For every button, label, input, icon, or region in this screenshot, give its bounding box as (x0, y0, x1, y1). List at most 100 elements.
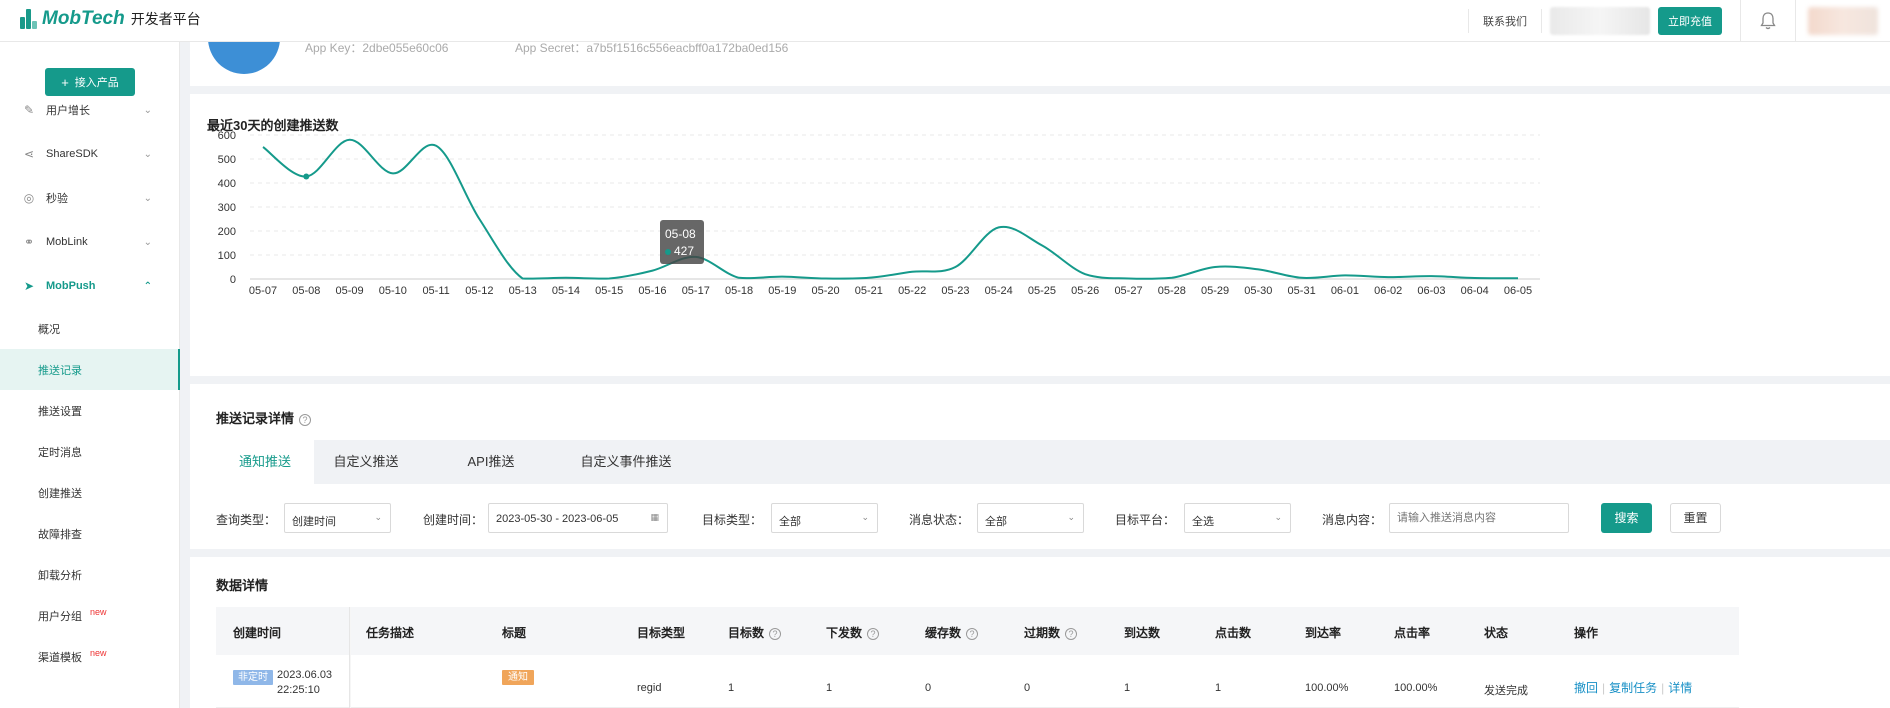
cell-click-count: 1 (1215, 682, 1222, 694)
table-header: 创建时间 任务描述 标题 目标类型 目标数? 下发数? 缓存数? 过期数? 到达… (216, 607, 1739, 655)
x-tick-label: 05-30 (1244, 285, 1272, 297)
sidebar-subitem-push-settings[interactable]: 推送设置 (0, 390, 180, 431)
sidebar-item-moblink[interactable]: ⚭ MobLink ⌄ (0, 220, 180, 264)
sidebar-subitem-create-push[interactable]: 创建推送 (0, 472, 180, 513)
user-avatar[interactable] (1808, 7, 1878, 35)
cell-arrive-rate: 100.00% (1305, 682, 1349, 694)
sidebar-subitem-label: 创建推送 (38, 487, 82, 500)
sidebar-subitem-user-groups[interactable]: 用户分组 new (0, 595, 180, 636)
help-icon[interactable]: ? (1065, 627, 1078, 640)
platform-select[interactable]: 全选 ⌄ (1184, 503, 1291, 533)
chart-tooltip: 05-08 427 (660, 220, 704, 264)
sidebar-subitem-scheduled[interactable]: 定时消息 (0, 431, 180, 472)
content-search-input[interactable] (1389, 503, 1569, 533)
msg-status-label: 消息状态： (909, 513, 970, 527)
sidebar-item-verify[interactable]: ◎ 秒验 ⌄ (0, 176, 180, 220)
title-badge: 通知 (502, 670, 534, 685)
target-type-select[interactable]: 全部 ⌄ (771, 503, 878, 533)
logo[interactable]: MobTech 开发者平台 (20, 8, 201, 30)
sidebar-item-mobpush[interactable]: ➤ MobPush ⌃ (0, 264, 180, 308)
x-tick-label: 05-07 (249, 285, 277, 297)
sidebar-subitem-overview[interactable]: 概况 (0, 308, 180, 349)
app-key: App Key：2dbe055e60c06 (305, 42, 449, 55)
copy-task-link[interactable]: 复制任务 (1609, 681, 1657, 695)
sidebar-item-sharesdk[interactable]: ⋖ ShareSDK ⌄ (0, 132, 180, 176)
push-count-chart[interactable]: 0 100 200 300 400 500 600 05-07 05-08 05-09 05-10 0… (190, 94, 1890, 376)
target-type-label: 目标类型： (702, 513, 763, 527)
x-tick-label: 05-19 (768, 285, 796, 297)
col-actions: 操作 (1574, 626, 1599, 640)
x-tick-label: 05-24 (985, 285, 1013, 297)
sidebar-subitem-troubleshoot[interactable]: 故障排查 (0, 513, 180, 554)
col-click-count: 点击数 (1215, 626, 1252, 640)
x-tick-label: 05-31 (1288, 285, 1316, 297)
chart-card: 最近30天的创建推送数 0 100 200 300 400 500 600 05-07 05-0… (190, 94, 1890, 376)
sidebar-subitem-uninstall[interactable]: 卸载分析 (0, 554, 180, 595)
series-line (262, 138, 1519, 280)
revoke-link[interactable]: 撤回 (1574, 681, 1598, 695)
share-icon: ⋖ (23, 147, 35, 161)
top-bar: MobTech 开发者平台 联系我们 立即充值 (0, 0, 1890, 42)
help-icon[interactable]: ? (299, 413, 312, 426)
y-tick-label: 300 (218, 202, 236, 214)
brand-subtitle: 开发者平台 (130, 11, 201, 27)
cell-click-rate: 100.00% (1394, 682, 1438, 694)
y-tick-label: 200 (218, 226, 236, 238)
cell-cached-count: 0 (925, 682, 932, 694)
help-icon[interactable]: ? (769, 627, 782, 640)
tab-custom-event[interactable]: 自定义事件推送 (571, 440, 681, 484)
tab-custom[interactable]: 自定义推送 (321, 440, 411, 484)
created-time: 22:25:10 (277, 684, 320, 696)
contact-link[interactable]: 联系我们 (1469, 13, 1541, 29)
sidebar-item-label: MobPush (46, 280, 96, 292)
app-info-card: App Key：2dbe055e60c06 App Secret：a7b5f15… (190, 42, 1890, 86)
details-card: 数据详情 创建时间 任务描述 标题 目标类型 目标数? 下发数? 缓存数? 过期… (190, 557, 1890, 708)
sidebar-subitem-channel-template[interactable]: 渠道模板 new (0, 636, 180, 677)
y-tick-label: 600 (218, 130, 236, 142)
table-row: 非定时 2023.06.03 22:25:10 通知 regid 1 1 0 0… (216, 655, 1739, 708)
reset-button[interactable]: 重置 (1670, 503, 1721, 533)
records-title: 推送记录详情 (216, 411, 295, 426)
verify-icon: ◎ (23, 191, 35, 205)
col-title: 标题 (502, 626, 527, 640)
help-icon[interactable]: ? (966, 627, 979, 640)
sidebar-item-label: ShareSDK (46, 148, 98, 160)
x-tick-label: 05-22 (898, 285, 926, 297)
details-link[interactable]: 详情 (1668, 681, 1692, 695)
tab-api[interactable]: API推送 (451, 440, 531, 484)
help-icon[interactable]: ? (867, 627, 880, 640)
sidebar-subitem-label: 用户分组 (38, 610, 82, 623)
col-arrived-count: 到达数 (1124, 626, 1161, 640)
push-type-tabs: 通知推送 自定义推送 API推送 自定义事件推送 (216, 440, 1890, 484)
cell-sent-count: 1 (826, 682, 833, 694)
msg-status-select[interactable]: 全部 ⌄ (977, 503, 1084, 533)
logo-icon (20, 9, 38, 29)
sidebar-subitem-label: 概况 (38, 323, 60, 336)
recharge-button[interactable]: 立即充值 (1658, 7, 1722, 35)
date-range-picker[interactable]: 2023-05-30 - 2023-06-05 ▦ (488, 503, 668, 533)
col-target-type: 目标类型 (637, 626, 686, 640)
sidebar: + 接入产品 ✎ 用户增长 ⌄ ⋖ ShareSDK ⌄ ◎ 秒验 ⌄ ⚭ Mo… (0, 42, 180, 708)
sidebar-subitem-label: 推送记录 (38, 364, 82, 377)
sidebar-item-label: 用户增长 (46, 105, 90, 117)
col-cached-count: 缓存数? (925, 624, 979, 641)
search-button[interactable]: 搜索 (1601, 503, 1652, 533)
chevron-down-icon: ⌄ (143, 192, 152, 204)
query-type-select[interactable]: 创建时间 ⌄ (284, 503, 391, 533)
x-tick-label: 05-16 (638, 285, 666, 297)
x-tick-label: 05-23 (941, 285, 969, 297)
x-tick-label: 05-11 (422, 285, 449, 297)
notification-bell[interactable] (1740, 0, 1796, 42)
series-dot-icon (665, 249, 671, 255)
y-tick-label: 0 (230, 274, 236, 286)
sidebar-subitem-push-records[interactable]: 推送记录 (0, 349, 180, 390)
content-label: 消息内容： (1322, 513, 1383, 527)
details-title: 数据详情 (216, 578, 269, 593)
y-tick-label: 100 (218, 250, 236, 262)
x-tick-label: 05-09 (335, 285, 363, 297)
tooltip-value: 427 (674, 244, 695, 258)
created-date: 2023.06.03 (277, 669, 333, 681)
col-created-time: 创建时间 (233, 626, 282, 640)
tab-notification[interactable]: 通知推送 (216, 440, 314, 484)
sidebar-item-user-growth[interactable]: ✎ 用户增长 ⌄ (0, 88, 180, 132)
